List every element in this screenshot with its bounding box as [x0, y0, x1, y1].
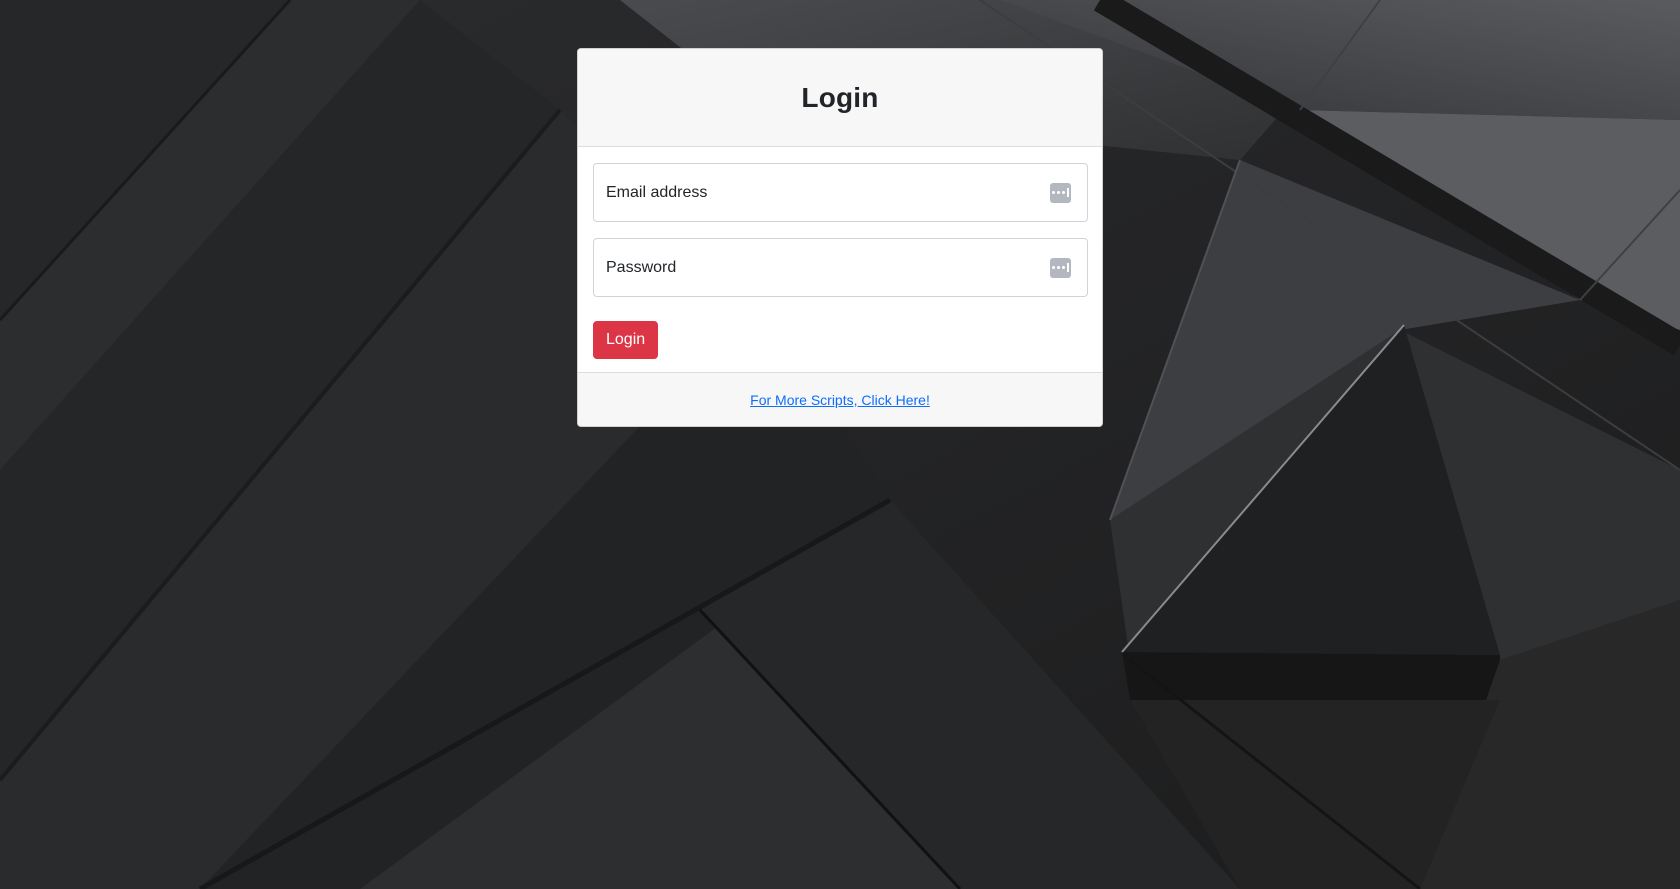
email-field-container [593, 163, 1088, 222]
password-manager-icon[interactable] [1050, 257, 1071, 278]
more-scripts-link[interactable]: For More Scripts, Click Here! [750, 392, 930, 408]
password-field[interactable] [606, 258, 1075, 277]
login-card-footer: For More Scripts, Click Here! [578, 372, 1102, 426]
login-button[interactable]: Login [593, 321, 659, 359]
email-field[interactable] [606, 183, 1075, 202]
login-card-header: Login [578, 49, 1102, 147]
login-title: Login [801, 81, 879, 113]
login-card: Login Login For More Scripts, Click Here… [577, 48, 1103, 427]
login-form: Login [578, 147, 1102, 359]
password-manager-icon[interactable] [1050, 182, 1071, 203]
password-field-container [593, 238, 1088, 297]
